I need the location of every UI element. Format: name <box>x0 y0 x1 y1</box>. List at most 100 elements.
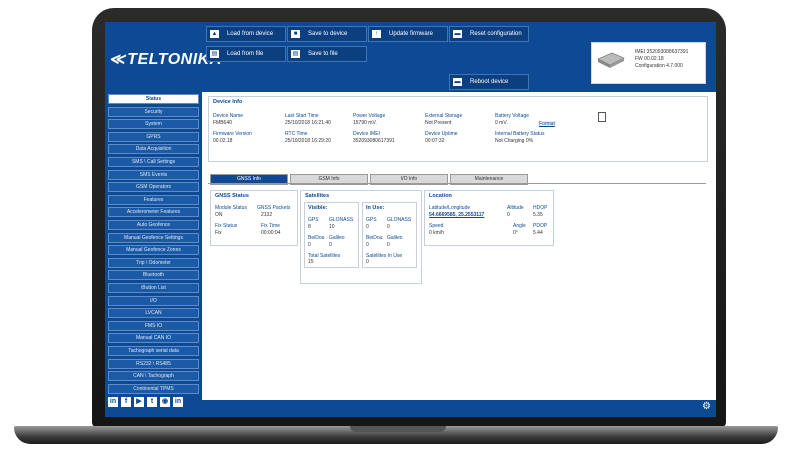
sidebar-item[interactable]: iButton List <box>108 283 199 293</box>
facebook-icon[interactable]: f <box>121 397 131 407</box>
altitude-value: 0 <box>507 212 510 218</box>
sidebar-item[interactable]: SMS Events <box>108 169 199 180</box>
device-field-value: Not Charging 0% <box>495 138 534 144</box>
gnss-status-title: GNSS Status <box>215 193 249 199</box>
sidebar-item[interactable]: Auto Geofence <box>108 220 199 230</box>
hdop-value: 5.35 <box>533 212 543 218</box>
linkedin-icon[interactable]: in <box>108 397 118 407</box>
reboot-device-button[interactable]: ▬ Reboot device <box>449 74 529 90</box>
instagram-icon[interactable]: ◉ <box>160 397 170 407</box>
in-use-gps-value: 0 <box>366 224 369 230</box>
laptop-notch <box>350 426 446 432</box>
fix-status-label: Fix Status <box>215 223 238 229</box>
sidebar-item[interactable]: Manual Geofence Settings <box>108 232 199 243</box>
fix-time-label: Fix Time <box>261 223 280 229</box>
device-field-label: Device IMEI <box>353 131 380 137</box>
reboot-icon: ▬ <box>453 78 462 86</box>
sidebar-item[interactable]: RS232 \ RS485 <box>108 358 199 369</box>
fix-status-value: Fix <box>215 230 222 236</box>
speed-value: 0 km/h <box>429 230 445 236</box>
device-info-title: Device Info <box>213 99 243 105</box>
sidebar-item[interactable]: Continental TPMS <box>108 383 199 394</box>
load-from-device-button[interactable]: ▲ Load from device <box>206 26 286 42</box>
sidebar-item[interactable]: System <box>108 119 199 130</box>
in-use-gps-label: GPS <box>366 217 377 223</box>
sidebar-item[interactable]: Security <box>108 106 199 117</box>
location-panel: Location Latitude/Longitude 54.6669585, … <box>424 190 554 246</box>
sidebar-item[interactable]: SMS \ Call Settings <box>108 157 199 167</box>
device-field-value: 352093080617391 <box>353 138 395 144</box>
reset-configuration-button[interactable]: ▬ Reset configuration <box>449 26 529 42</box>
device-field-label: Last Start Time <box>285 113 319 119</box>
bottom-bar <box>105 400 716 417</box>
in-use-beidou-value: 0 <box>366 242 369 248</box>
latlng-link[interactable]: 54.6669585, 25.2553117 <box>429 212 484 218</box>
sidebar-item[interactable]: Tachograph serial data <box>108 346 199 356</box>
pdop-value: 5.44 <box>533 230 543 236</box>
device-field-value: 15790 mV. <box>353 120 377 126</box>
angle-label: Angle <box>513 223 526 229</box>
visible-title: Visible: <box>308 205 328 211</box>
top-toolbar: ≪ TELTONIKA ▲ Load from device ■ Save to de… <box>105 22 716 92</box>
sidebar-item[interactable]: Bluetooth <box>108 270 199 281</box>
sidebar-item[interactable]: GPRS <box>108 131 199 142</box>
gnss-status-panel: GNSS Status Module Status ON GNSS Packet… <box>210 190 298 246</box>
sidebar-item[interactable]: Status <box>108 94 199 104</box>
in-use-glonass-value: 0 <box>387 224 390 230</box>
speed-label: Speed <box>429 223 444 229</box>
sidebar-item[interactable]: Manual Geofence Zones <box>108 245 199 256</box>
in-use-satellites-box: In Use: GPS GLONASS 0 0 BeiDou Galileo 0… <box>362 202 417 268</box>
visible-beidou-value: 0 <box>308 242 311 248</box>
in-use-galileo-value: 0 <box>387 242 390 248</box>
in-use-galileo-label: Galileo <box>387 235 403 241</box>
teltonika-logo: ≪ TELTONIKA <box>109 51 222 68</box>
pdop-label: PDOP <box>533 223 548 229</box>
satellites-title: Satellites <box>305 193 330 199</box>
device-field-label: Device Name <box>213 113 244 119</box>
sidebar-item[interactable]: LVCAN <box>108 308 199 319</box>
satellites-in-use-label: Satellites In Use <box>366 253 403 259</box>
sidebar-item[interactable]: Data Acquisition <box>108 144 199 155</box>
device-identity: IMEI 352093088637391 FW 00.02.18 Configu… <box>635 49 688 70</box>
sidebar-item[interactable]: Trip \ Odometer <box>108 257 199 268</box>
app-screen: ≪ TELTONIKA ▲ Load from device ■ Save to de… <box>105 22 716 417</box>
sidebar-item[interactable]: Manual CAN IO <box>108 333 199 344</box>
sidebar-item[interactable]: I/O <box>108 295 199 306</box>
device-field-value: FMB640 <box>213 120 232 126</box>
format-storage-link[interactable]: Format <box>538 121 556 127</box>
sidebar-item[interactable]: GSM Operators <box>108 182 199 193</box>
device-field-label: Power Voltage <box>353 113 386 119</box>
sidebar-item[interactable]: Features <box>108 194 199 205</box>
sidebar-item[interactable]: FMS IO <box>108 320 199 331</box>
satellites-in-use-value: 0 <box>366 259 369 265</box>
device-field-label: RTC Time <box>285 131 308 137</box>
visible-galileo-label: Galileo <box>329 235 345 241</box>
visible-gps-label: GPS <box>308 217 319 223</box>
load-from-file-button[interactable]: ▤ Load from file <box>206 46 286 62</box>
tab-divider <box>208 183 706 184</box>
youtube-icon[interactable]: ▶ <box>134 397 144 407</box>
device-configuration: Configuration 4.7.000 <box>635 63 683 69</box>
linkedin-icon-alt[interactable]: in <box>173 397 183 407</box>
save-to-file-button[interactable]: ▤ Save to file <box>287 46 367 62</box>
sidebar-menu: Status Security System GPRS Data Acquisition… <box>105 92 202 400</box>
update-firmware-button[interactable]: ↑ Update firmware <box>368 26 448 42</box>
reset-icon: ▬ <box>453 30 462 38</box>
save-to-device-button[interactable]: ■ Save to device <box>287 26 367 42</box>
device-field-value: 25/10/2018 16:29:20 <box>285 138 331 144</box>
sidebar-item[interactable]: CAN \ Tachograph <box>108 371 199 382</box>
main-content: Device Info Device Name FMB640 Last Start … <box>202 92 716 400</box>
document-icon[interactable] <box>598 112 606 122</box>
device-field-label: External Storage <box>425 113 463 119</box>
file-save-icon: ▤ <box>291 50 300 58</box>
device-info-panel: Device Info Device Name FMB640 Last Start … <box>208 96 708 162</box>
settings-gear-icon[interactable]: ⚙ <box>702 401 711 412</box>
device-imei: IMEI 352093088637391 <box>635 49 689 55</box>
sidebar-item[interactable]: Accelerometer Features <box>108 207 199 218</box>
device-field-label: Device Uptime <box>425 131 458 137</box>
twitter-icon[interactable]: t <box>147 397 157 407</box>
visible-glonass-value: 10 <box>329 224 335 230</box>
device-field-value: 25/10/2018 16:21:40 <box>285 120 331 126</box>
save-icon: ■ <box>291 30 300 38</box>
visible-glonass-label: GLONASS <box>329 217 354 223</box>
